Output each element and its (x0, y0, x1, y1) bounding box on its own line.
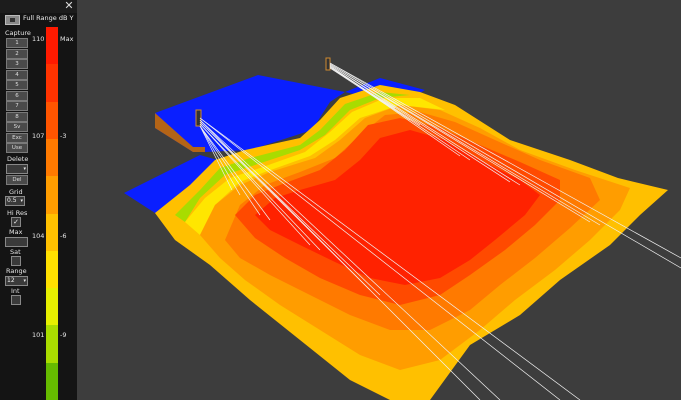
scale-tick-rel: -9 (60, 331, 67, 339)
int-checkbox[interactable] (11, 295, 21, 305)
scale-tick-rel: -6 (60, 232, 67, 240)
speaker-icon (325, 57, 331, 71)
capture-button-1[interactable]: 1 (6, 38, 28, 48)
scale-tick-db: 101 (32, 331, 45, 339)
scale-band (46, 27, 58, 65)
range-value: 12 (7, 277, 15, 284)
delete-label: Delete (7, 155, 29, 163)
sat-label: Sat (10, 248, 21, 256)
scale-tick-db: 104 (32, 232, 45, 240)
max-label: Max (9, 228, 23, 236)
capture-button-2[interactable]: 2 (6, 48, 28, 59)
scale-tick-rel: -3 (60, 132, 67, 140)
scale-tick-rel: Max (60, 35, 74, 43)
spl-3d-view[interactable] (77, 0, 681, 400)
capture-button-8[interactable]: 8 (6, 111, 28, 122)
scale-band (46, 362, 58, 400)
hires-checkbox[interactable]: ✓ (11, 217, 21, 227)
delete-select[interactable]: ▾ (6, 164, 28, 174)
range-label: Range (6, 267, 27, 275)
range-select[interactable]: 12 ▾ (5, 276, 28, 286)
capture-label: Capture (5, 29, 31, 37)
scale-band (46, 250, 58, 289)
scale-tick-db: 107 (32, 132, 45, 140)
grid-select[interactable]: 0.5 ▾ (5, 196, 25, 206)
legend-title: Full Range dB Y (23, 14, 74, 22)
color-scale-bar (46, 27, 58, 400)
grid-label: Grid (9, 188, 23, 196)
capture-button-6[interactable]: 6 (6, 90, 28, 101)
capture-button-3[interactable]: 3 (6, 59, 28, 69)
grid-value: 0.5 (7, 197, 17, 204)
scale-band (46, 138, 58, 177)
capture-button-5[interactable]: 5 (6, 80, 28, 90)
close-icon[interactable]: ✕ (63, 0, 75, 12)
speaker-icon (5, 15, 20, 25)
chevron-down-icon: ▾ (23, 166, 26, 172)
capture-button-exc[interactable]: Exc (6, 132, 28, 143)
chevron-down-icon: ▾ (20, 198, 23, 204)
sat-checkbox[interactable] (11, 256, 21, 266)
int-label: Int (11, 287, 20, 295)
chevron-down-icon: ▾ (23, 278, 26, 284)
panel-titlebar: ✕ (0, 0, 77, 13)
scale-band (46, 288, 58, 326)
scale-tick-db: 110 (32, 35, 45, 43)
capture-button-use[interactable]: Use (6, 143, 28, 153)
scale-band (46, 213, 58, 252)
capture-button-4[interactable]: 4 (6, 69, 28, 80)
scale-band (46, 101, 58, 140)
scale-band (46, 64, 58, 103)
capture-button-7[interactable]: 7 (6, 101, 28, 111)
scale-band (46, 176, 58, 214)
max-field[interactable] (5, 237, 28, 247)
control-panel: ✕ Full Range dB Y Capture 1 2 3 4 5 6 7 8 Sv Exc U… (0, 0, 77, 400)
del-button[interactable]: Del (6, 175, 28, 185)
hires-label: Hi Res (7, 209, 28, 217)
capture-button-sv[interactable]: Sv (6, 122, 28, 132)
scale-band (46, 325, 58, 364)
